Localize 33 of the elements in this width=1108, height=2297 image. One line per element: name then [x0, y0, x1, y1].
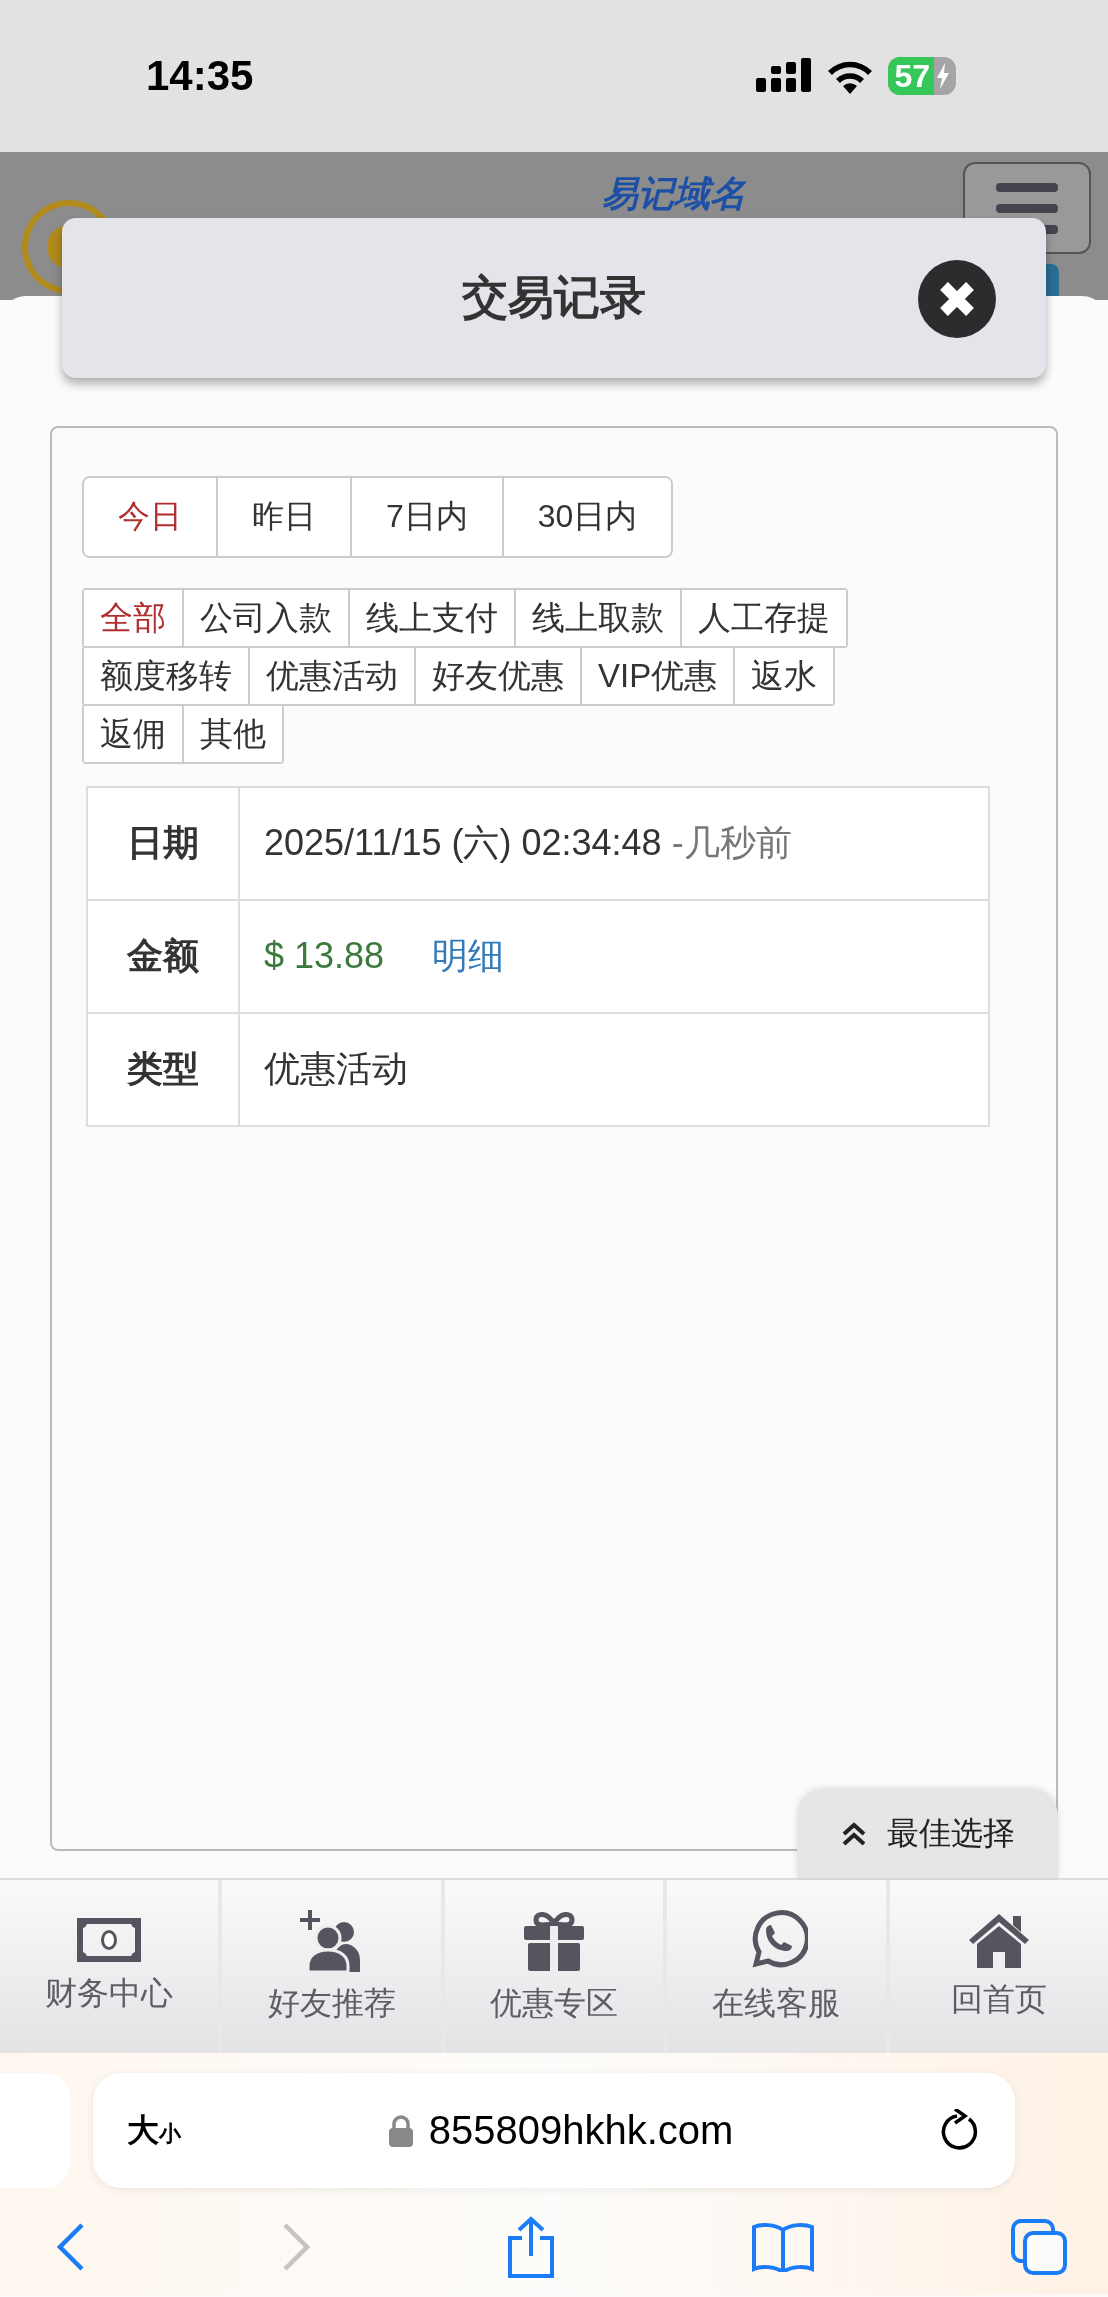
- double-chevron-up-icon: [840, 1822, 867, 1846]
- date-value: 2025/11/15 (六) 02:34:48 -几秒前: [239, 787, 989, 900]
- period-tab[interactable]: 昨日: [216, 478, 350, 556]
- book-icon[interactable]: [751, 2221, 815, 2272]
- modal-title: 交易记录: [462, 270, 646, 325]
- close-icon[interactable]: [918, 260, 996, 338]
- category-filter[interactable]: 返水: [733, 648, 834, 704]
- category-filter[interactable]: 人工存提: [680, 590, 846, 646]
- period-tab[interactable]: 30日内: [501, 478, 672, 556]
- type-value: 优惠活动: [239, 1013, 989, 1126]
- best-choice-button[interactable]: 最佳选择: [797, 1790, 1058, 1878]
- field-label: 日期: [87, 787, 239, 900]
- share-icon[interactable]: [506, 2215, 556, 2278]
- back-icon[interactable]: [56, 2221, 86, 2272]
- amount-value: $ 13.88: [264, 935, 385, 976]
- address-bar[interactable]: 大小 855809hkhk.com: [93, 2073, 1015, 2188]
- period-tab[interactable]: 今日: [84, 478, 216, 556]
- site-tagline: 易记域名: [602, 172, 746, 216]
- tabs-icon[interactable]: [1010, 2217, 1068, 2276]
- nav-item[interactable]: 财务中心: [0, 1880, 219, 2053]
- lock-icon: [388, 2114, 413, 2147]
- banknote-icon: [77, 1917, 142, 1962]
- period-tab[interactable]: 7日内: [350, 478, 502, 556]
- signal-icon: [756, 58, 813, 94]
- text-size-button[interactable]: 大小: [127, 2108, 181, 2153]
- url-text: 855809hkhk.com: [428, 2108, 734, 2153]
- battery-indicator: 57: [888, 57, 934, 95]
- category-filter[interactable]: 其他: [182, 706, 282, 762]
- charging-icon: [936, 63, 950, 89]
- clock-time: 14:35: [146, 52, 254, 100]
- field-label: 金额: [87, 900, 239, 1013]
- field-label: 类型: [87, 1013, 239, 1126]
- details-link[interactable]: 明细: [432, 935, 505, 976]
